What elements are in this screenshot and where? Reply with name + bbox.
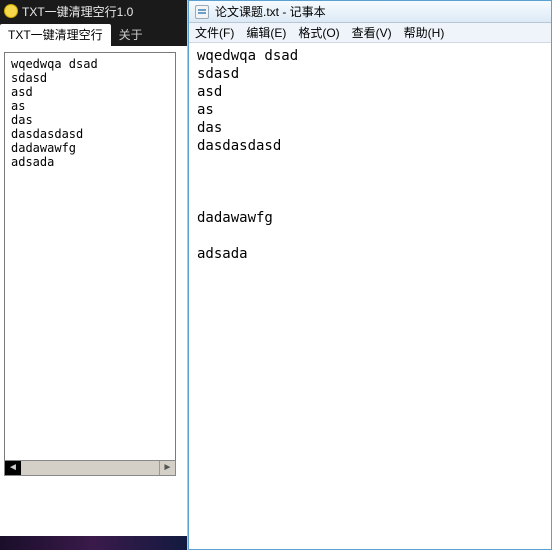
scroll-thumb[interactable]	[21, 461, 35, 475]
menu-edit[interactable]: 编辑(E)	[246, 24, 286, 41]
notepad-menubar: 文件(F) 编辑(E) 格式(O) 查看(V) 帮助(H)	[189, 23, 551, 43]
menu-file[interactable]: 文件(F)	[195, 24, 234, 41]
menu-help[interactable]: 帮助(H)	[404, 24, 445, 41]
app-icon	[4, 4, 18, 18]
horizontal-scrollbar[interactable]: ◄ ►	[4, 460, 176, 476]
menu-view[interactable]: 查看(V)	[352, 24, 392, 41]
notepad-icon	[195, 5, 209, 19]
menu-format[interactable]: 格式(O)	[298, 24, 339, 41]
scroll-right-button[interactable]: ►	[159, 461, 175, 475]
tab-label: 关于	[119, 28, 143, 42]
txt-cleaner-body: wqedwqa dsad sdasd asd as das dasdasdasd…	[0, 46, 187, 536]
tab-about[interactable]: 关于	[111, 24, 151, 46]
txt-cleaner-titlebar[interactable]: TXT一键清理空行1.0	[0, 0, 187, 22]
notepad-text-area[interactable]: wqedwqa dsad sdasd asd as das dasdasdasd…	[189, 43, 551, 549]
cleaned-text-area[interactable]: wqedwqa dsad sdasd asd as das dasdasdasd…	[4, 52, 176, 462]
tab-bar: TXT一键清理空行 关于	[0, 22, 187, 46]
txt-cleaner-window: TXT一键清理空行1.0 TXT一键清理空行 关于 wqedwqa dsad s…	[0, 0, 188, 550]
scroll-left-button[interactable]: ◄	[5, 461, 21, 475]
notepad-window: 论文课题.txt - 记事本 文件(F) 编辑(E) 格式(O) 查看(V) 帮…	[188, 0, 552, 550]
desktop-strip	[0, 536, 187, 550]
tab-clean[interactable]: TXT一键清理空行	[0, 24, 111, 46]
app-title: TXT一键清理空行1.0	[22, 3, 133, 20]
notepad-title: 论文课题.txt - 记事本	[215, 3, 326, 20]
notepad-titlebar[interactable]: 论文课题.txt - 记事本	[189, 1, 551, 23]
tab-label: TXT一键清理空行	[8, 28, 103, 42]
